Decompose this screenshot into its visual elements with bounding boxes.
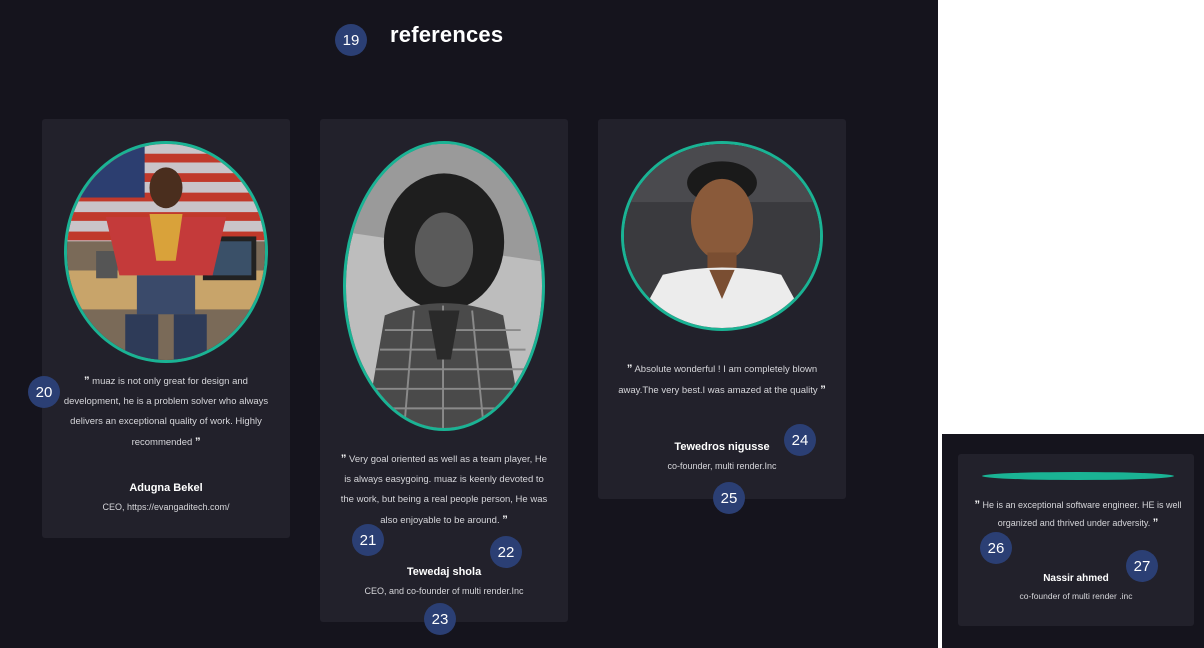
reference-title: CEO, and co-founder of multi render.Inc	[364, 586, 524, 596]
man-with-flag-photo	[64, 141, 268, 363]
reference-quote: ” muaz is not only great for design and …	[63, 375, 269, 448]
reference-quote: ” Very goal oriented as well as a team p…	[340, 453, 548, 526]
reference-title: CEO, https://evangaditech.com/	[102, 502, 230, 512]
reference-name: Nassir ahmed	[1043, 573, 1109, 584]
badge-20: 20	[28, 376, 60, 408]
references-section: references ” muaz is not only great for …	[0, 0, 938, 648]
reference-quote: ” He is an exceptional software engineer…	[974, 499, 1182, 529]
teal-divider	[982, 472, 1174, 480]
section-title: references	[390, 22, 504, 47]
badge-22: 22	[490, 536, 522, 568]
badge-24: 24	[784, 424, 816, 456]
badge-23: 23	[424, 603, 456, 635]
reference-title: co-founder of multi render .inc	[1019, 591, 1133, 601]
badge-19: 19	[335, 24, 367, 56]
reference-name: Adugna Bekel	[129, 482, 203, 494]
man-portrait-photo	[621, 141, 823, 331]
reference-title: co-founder, multi render.Inc	[667, 461, 777, 471]
badge-27: 27	[1126, 550, 1158, 582]
badge-25: 25	[713, 482, 745, 514]
reference-name: Tewedaj shola	[406, 566, 482, 578]
badge-21: 21	[352, 524, 384, 556]
reference-card-1: ” muaz is not only great for design and …	[42, 119, 290, 538]
reference-quote: ” Absolute wonderful ! I am completely b…	[618, 363, 826, 396]
badge-26: 26	[980, 532, 1012, 564]
woman-portrait-photo	[343, 141, 545, 431]
